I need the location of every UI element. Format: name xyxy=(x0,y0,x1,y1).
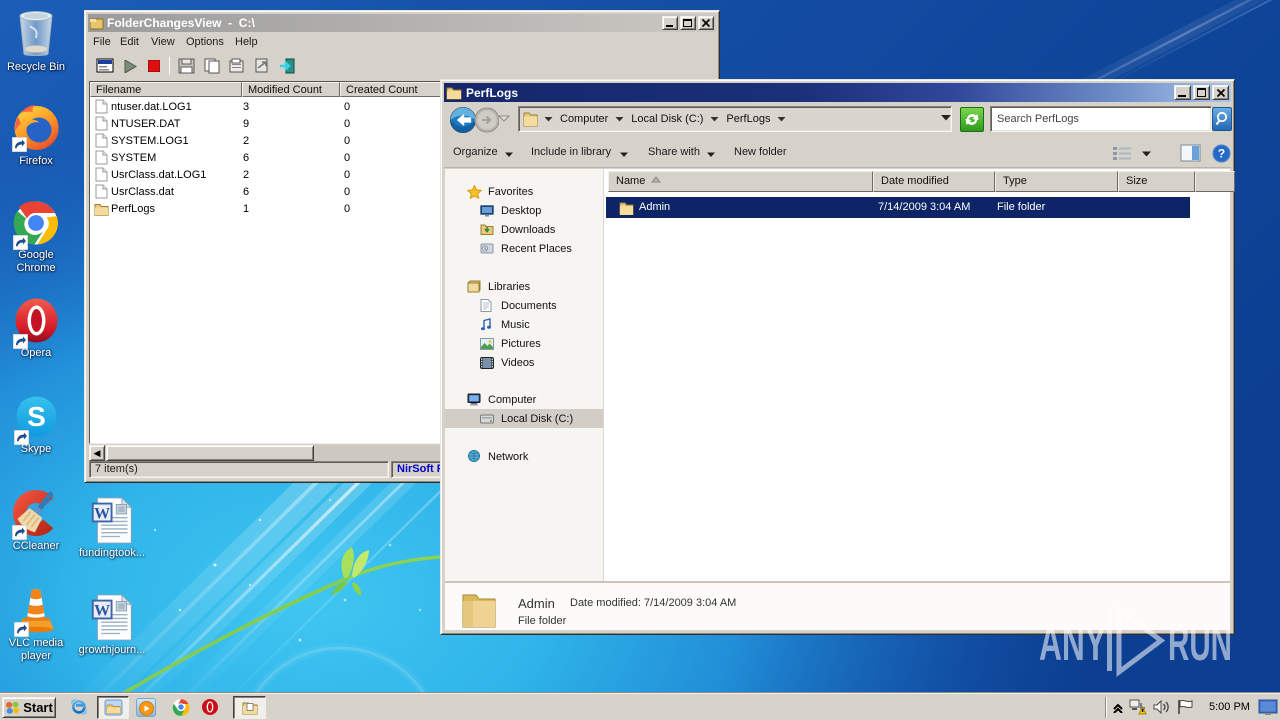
svg-text:ANY: ANY xyxy=(1039,615,1106,671)
svg-text:S: S xyxy=(27,401,46,432)
svg-text:?: ? xyxy=(1218,147,1225,161)
svg-text:W: W xyxy=(94,506,110,523)
svg-text:RUN: RUN xyxy=(1168,615,1232,671)
svg-text:W: W xyxy=(94,603,110,620)
